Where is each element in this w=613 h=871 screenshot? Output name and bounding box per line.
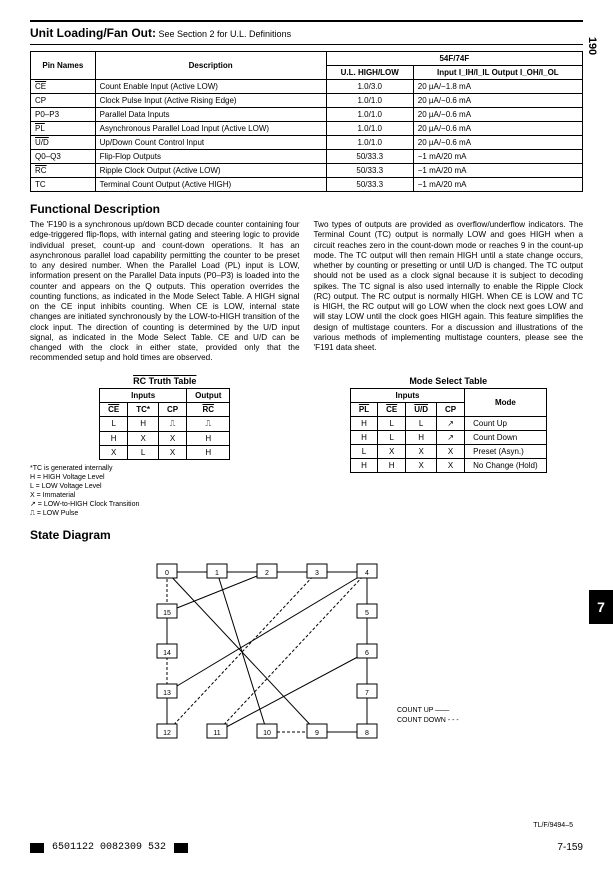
table-row: CPClock Pulse Input (Active Rising Edge)… — [31, 94, 583, 108]
col-desc: Description — [95, 52, 326, 80]
barcode-block2 — [174, 843, 188, 853]
state-diagram: 0123456789101112131415 COUNT UP —— COUNT… — [137, 552, 477, 752]
rc-inputs-h: Inputs — [100, 388, 187, 402]
m-c0: PL — [359, 405, 369, 414]
col-pin: Pin Names — [31, 52, 96, 80]
page-number: 190 — [586, 37, 598, 55]
table-row: TCTerminal Count Output (Active HIGH)50/… — [31, 178, 583, 192]
table-notes: *TC is generated internallyH = HIGH Volt… — [30, 464, 300, 519]
table-row: CECount Enable Input (Active LOW)1.0/3.0… — [31, 80, 583, 94]
chapter-tab: 7 — [589, 590, 613, 624]
svg-text:1: 1 — [215, 570, 219, 577]
mode-inputs-h: Inputs — [350, 388, 464, 402]
rc-c1: TC* — [128, 402, 159, 416]
func-heading: Functional Description — [30, 202, 583, 216]
footer-code: 6501122 0082309 532 — [52, 842, 166, 853]
title-sub: See Section 2 for U.L. Definitions — [159, 29, 292, 39]
svg-text:11: 11 — [213, 730, 220, 737]
svg-text:15: 15 — [163, 610, 171, 617]
rc-truth-table: InputsOutput CE TC*CP RC LH⎍⎍HXXHXLXH — [99, 388, 230, 460]
table-row: RCRipple Clock Output (Active LOW)50/33.… — [31, 164, 583, 178]
svg-text:12: 12 — [163, 730, 171, 737]
svg-text:10: 10 — [263, 730, 271, 737]
table-row: HLH↗Count Down — [350, 430, 546, 444]
svg-text:14: 14 — [163, 650, 171, 657]
svg-text:3: 3 — [315, 570, 319, 577]
m-c1: CE — [386, 405, 397, 414]
barcode-block — [30, 843, 44, 853]
state-heading: State Diagram — [30, 528, 583, 542]
rc-c0: CE — [108, 405, 119, 414]
mode-select-table: InputsMode PL CE U/D CP HLL↗Count UpHLH↗Cou… — [350, 388, 547, 473]
func-col2: Two types of outputs are provided as ove… — [314, 220, 584, 364]
mode-mode-h: Mode — [465, 388, 546, 416]
table-row: XLXH — [100, 445, 230, 459]
col-ul: U.L. HIGH/LOW — [326, 66, 413, 80]
table-row: LH⎍⎍ — [100, 416, 230, 431]
svg-text:9: 9 — [315, 730, 319, 737]
svg-text:2: 2 — [265, 570, 269, 577]
table-row: HXXH — [100, 431, 230, 445]
table-row: PLAsynchronous Parallel Load Input (Acti… — [31, 122, 583, 136]
rc-output-h: Output — [187, 388, 230, 402]
table-row: HHXXNo Change (Hold) — [350, 458, 546, 472]
rc-title: RC Truth Table — [30, 376, 300, 386]
rc-c3: RC — [202, 405, 214, 414]
svg-text:6: 6 — [365, 650, 369, 657]
table-row: LXXXPreset (Asyn.) — [350, 444, 546, 458]
table-row: U/DUp/Down Count Control Input1.0/1.020 … — [31, 136, 583, 150]
svg-text:0: 0 — [165, 570, 169, 577]
svg-text:4: 4 — [365, 570, 369, 577]
func-col1: The 'F190 is a synchronous up/down BCD d… — [30, 220, 300, 364]
footer-page: 7-159 — [557, 842, 583, 853]
col-group: 54F/74F — [326, 52, 582, 66]
table-row: Q0–Q3Flip-Flop Outputs50/33.3−1 mA/20 mA — [31, 150, 583, 164]
table-row: HLL↗Count Up — [350, 416, 546, 430]
svg-text:5: 5 — [365, 610, 369, 617]
mode-title: Mode Select Table — [314, 376, 584, 386]
legend-up: COUNT UP —— — [397, 707, 449, 714]
title-main: Unit Loading/Fan Out: — [30, 26, 156, 40]
svg-text:13: 13 — [163, 690, 171, 697]
figure-ref: TL/F/9494–5 — [533, 822, 573, 829]
m-c3: CP — [437, 402, 465, 416]
page-footer: 6501122 0082309 532 7-159 — [30, 842, 583, 853]
legend-down: COUNT DOWN - - - — [397, 717, 459, 724]
col-io: Input I_IH/I_IL Output I_OH/I_OL — [413, 66, 582, 80]
svg-text:7: 7 — [365, 690, 369, 697]
table-row: P0–P3Parallel Data Inputs1.0/1.020 µA/−0… — [31, 108, 583, 122]
section-title: Unit Loading/Fan Out: See Section 2 for … — [30, 20, 583, 45]
pin-table: Pin Names Description 54F/74F U.L. HIGH/… — [30, 51, 583, 192]
m-c2: U/D — [414, 405, 428, 414]
svg-text:8: 8 — [365, 730, 369, 737]
rc-c2: CP — [159, 402, 187, 416]
